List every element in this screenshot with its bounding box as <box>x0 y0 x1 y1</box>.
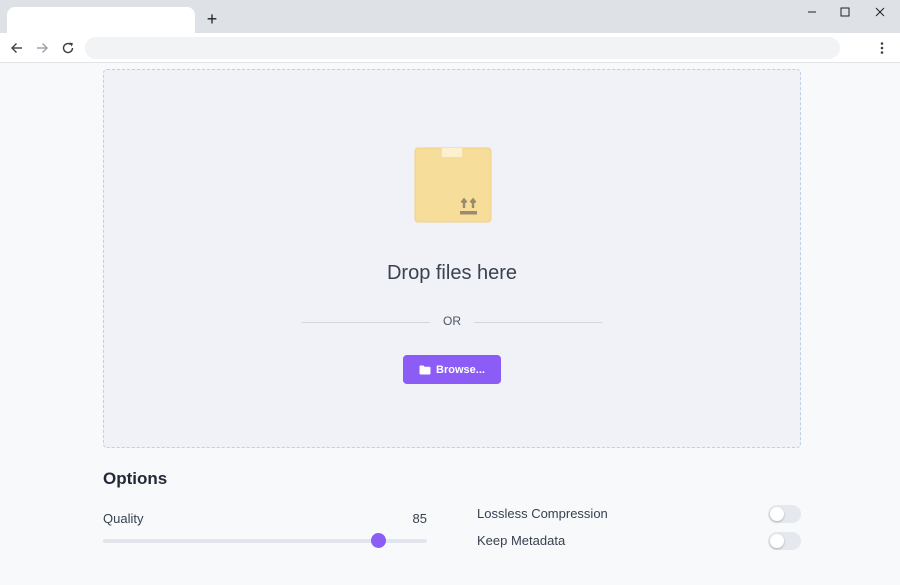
lossless-compression-label: Lossless Compression <box>477 506 608 521</box>
close-window-button[interactable] <box>869 3 891 21</box>
browse-button[interactable]: Browse... <box>403 355 501 384</box>
or-label: OR <box>443 314 461 328</box>
maximize-button[interactable] <box>834 3 856 21</box>
back-button[interactable] <box>7 38 27 58</box>
options-heading: Options <box>103 469 168 488</box>
browser-menu-button[interactable] <box>872 38 892 58</box>
quality-value: 85 <box>412 511 427 526</box>
maximize-icon <box>840 7 850 17</box>
dropzone-title: Drop files here <box>386 262 518 284</box>
browser-toolbar <box>0 33 900 63</box>
divider-line-left <box>302 322 430 323</box>
toggle-knob <box>770 507 784 521</box>
minimize-icon <box>808 11 816 13</box>
reload-icon <box>62 42 74 54</box>
back-arrow-icon <box>11 43 22 53</box>
box-upload-icon <box>414 147 492 223</box>
folder-icon <box>419 365 431 374</box>
more-vertical-icon <box>880 42 884 54</box>
lossless-compression-toggle[interactable] <box>768 505 801 523</box>
forward-arrow-icon <box>37 43 48 53</box>
address-bar[interactable] <box>85 37 840 59</box>
toggle-knob <box>770 534 784 548</box>
file-dropzone[interactable]: Drop files here OR Browse... <box>103 69 801 448</box>
quality-slider-thumb[interactable] <box>371 533 387 548</box>
browser-tab[interactable] <box>7 7 195 34</box>
new-tab-button[interactable]: + <box>202 9 222 29</box>
forward-button[interactable] <box>32 38 52 58</box>
divider-line-right <box>474 322 602 323</box>
page-content: Drop files here OR Browse... Options Qua… <box>0 63 900 585</box>
or-divider: OR <box>302 314 602 330</box>
browser-tab-strip: + <box>0 0 900 34</box>
keep-metadata-toggle[interactable] <box>768 532 801 550</box>
new-tab-icon: + <box>206 9 218 29</box>
reload-button[interactable] <box>58 38 78 58</box>
quality-label: Quality <box>103 511 144 526</box>
keep-metadata-label: Keep Metadata <box>477 533 566 548</box>
close-icon <box>875 7 885 17</box>
browse-button-label: Browse... <box>436 363 485 376</box>
quality-slider[interactable] <box>103 533 427 548</box>
minimize-button[interactable] <box>801 3 823 21</box>
